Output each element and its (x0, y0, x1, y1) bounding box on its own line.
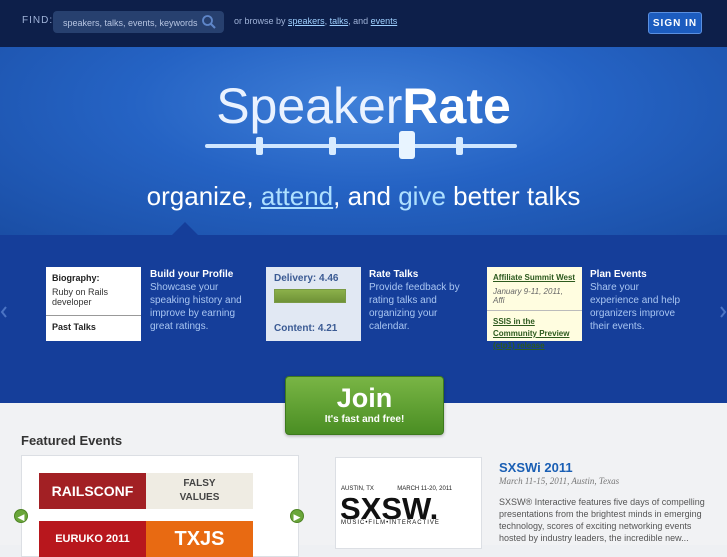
chevron-right-icon[interactable]: ▶ (290, 509, 304, 523)
events-preview-card: Affiliate Summit West January 9-11, 2011… (487, 267, 582, 350)
event1-link[interactable]: Affiliate Summit West (493, 273, 576, 282)
feature-text: Provide feedback by rating talks and org… (369, 282, 460, 332)
tagline: organize, attend, and give better talks (0, 181, 727, 212)
browse-talks-link[interactable]: talks (330, 16, 349, 26)
tag-give: give (398, 181, 446, 211)
join-sub: It's fast and free! (324, 414, 405, 425)
card-divider (46, 315, 141, 316)
profile-preview-card: Biography: Ruby on Rails developer Past … (46, 267, 141, 341)
delivery-label: Delivery: 4.46 (274, 273, 339, 284)
tile2-line1: FALSY (183, 478, 216, 489)
featured-events-title: Featured Events (21, 433, 123, 448)
panel-next-arrow-icon[interactable] (717, 305, 727, 319)
event1-loc: Affi (493, 296, 505, 305)
feature-plan-events: Plan Events Share your experience and he… (590, 268, 690, 333)
browse-and: , and (348, 16, 369, 26)
browse-speakers-link[interactable]: speakers (288, 16, 325, 26)
event1-date-text: January 9-11, 2011, (493, 287, 563, 296)
hero-banner: SpeakerRate organize, attend, and give b… (0, 47, 727, 235)
bio-text: Ruby on Rails developer (52, 287, 109, 307)
browse-links: or browse by speakers, talks, and events (234, 16, 397, 26)
tile2-line2: VALUES (179, 492, 220, 503)
feature-title: Rate Talks (369, 269, 419, 280)
sxsw-logo-sub: MUSIC•FILM•INTERACTIVE (341, 520, 440, 526)
logo-speaker: Speaker (216, 78, 403, 134)
search-input[interactable] (61, 14, 205, 32)
top-bar: FIND: or browse by speakers, talks, and … (0, 0, 727, 47)
search-icon[interactable] (201, 14, 217, 30)
find-label: FIND: (22, 15, 54, 26)
rating-preview-card: Delivery: 4.46 Content: 4.21 (266, 267, 361, 341)
panel-prev-arrow-icon[interactable] (0, 305, 10, 319)
feature-text: Share your experience and help organizer… (590, 282, 681, 332)
browse-events-link[interactable]: events (371, 16, 398, 26)
browse-prefix: or browse by (234, 16, 286, 26)
chevron-left-icon[interactable]: ◀ (14, 509, 28, 523)
tag-attend-link[interactable]: attend (261, 181, 333, 211)
panel-pointer (172, 222, 198, 235)
rating-slider-graphic (205, 131, 517, 159)
tag-organize: organize (146, 181, 247, 211)
falsy-values-tile[interactable]: FALSY VALUES (146, 473, 253, 509)
browse-comma: , (324, 16, 328, 26)
event-meta: March 11-15, 2011, Austin, Texas (499, 476, 620, 486)
feature-title: Build your Profile (150, 269, 234, 280)
card-divider (487, 310, 582, 311)
feature-rate-talks: Rate Talks Provide feedback by rating ta… (369, 268, 469, 333)
tag-sep: , (246, 181, 254, 211)
tag-rest: better talks (453, 181, 581, 211)
past-talks-label: Past Talks (52, 322, 96, 332)
feature-build-profile: Build your Profile Showcase your speakin… (150, 268, 250, 333)
bio-label: Biography: (52, 273, 100, 283)
join-button[interactable]: Join It's fast and free! (285, 376, 444, 435)
delivery-bar (274, 289, 347, 303)
join-label: Join (336, 383, 393, 413)
content-label: Content: 4.21 (274, 323, 338, 334)
logo-rate: Rate (402, 78, 511, 134)
sign-in-button[interactable]: SIGN IN (648, 12, 702, 34)
railsconf-tile[interactable]: RAILSCONF (39, 473, 146, 509)
event2-link[interactable]: SSIS in the Community Preview (ctp1) rel… (493, 316, 576, 352)
feature-text: Showcase your speaking history and impro… (150, 282, 242, 332)
tag-and: , and (333, 181, 391, 211)
txjs-tile[interactable]: TXJS (146, 521, 253, 557)
site-logo[interactable]: SpeakerRate (0, 77, 727, 135)
event1-date: January 9-11, 2011, Affi (493, 287, 576, 305)
search-box[interactable] (53, 11, 224, 33)
event-title-link[interactable]: SXSWi 2011 (499, 460, 573, 475)
event-description: SXSW® Interactive features five days of … (499, 497, 705, 543)
feature-title: Plan Events (590, 269, 647, 280)
euruko-tile[interactable]: EURUKO 2011 (39, 521, 146, 557)
